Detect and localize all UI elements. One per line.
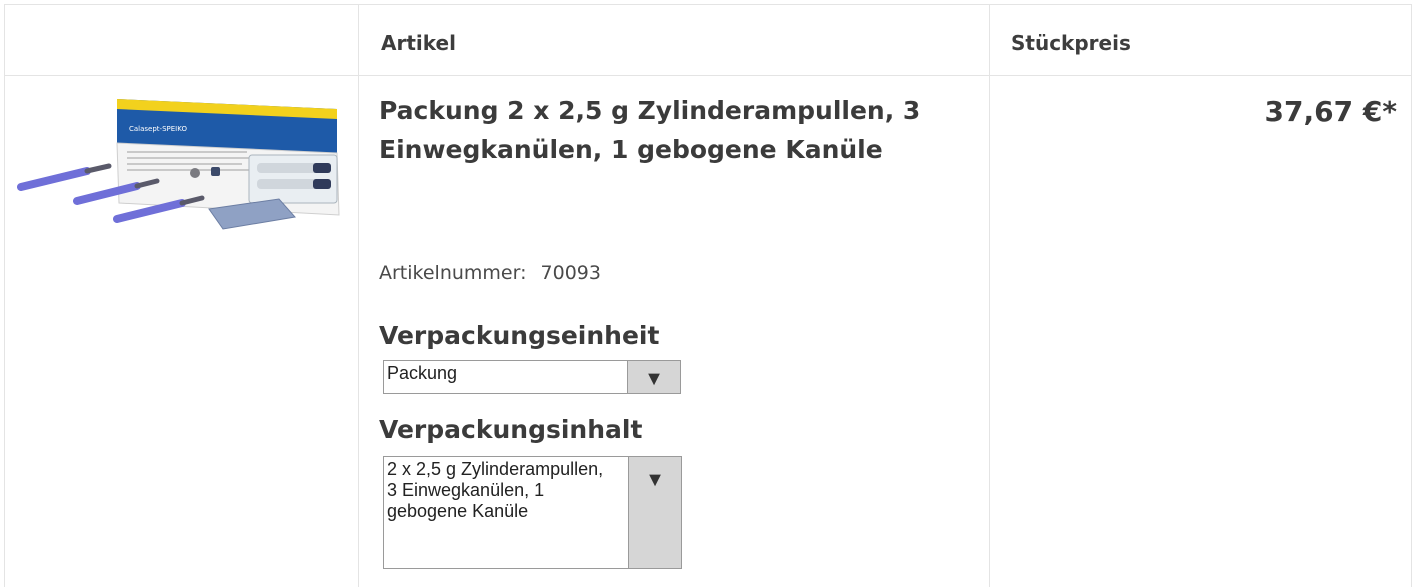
- packaging-content-label: Verpackungsinhalt: [379, 415, 643, 444]
- header-divider: [5, 75, 1411, 76]
- column-divider: [989, 5, 990, 587]
- column-header-unit-price: Stückpreis: [1011, 31, 1131, 55]
- packaging-unit-label: Verpackungseinheit: [379, 321, 660, 350]
- cart-table: Artikel Stückpreis Calasept-SPEIKO Packu…: [4, 4, 1412, 587]
- article-number: Artikelnummer: 70093: [379, 262, 601, 284]
- unit-price: 37,67 €*: [1264, 95, 1397, 128]
- article-number-value: 70093: [540, 262, 601, 284]
- packaging-unit-select[interactable]: Packung ▼: [383, 360, 681, 394]
- column-header-article: Artikel: [381, 31, 456, 55]
- chevron-down-icon[interactable]: ▼: [628, 457, 681, 568]
- product-image[interactable]: Calasept-SPEIKO: [17, 91, 347, 241]
- chevron-down-icon[interactable]: ▼: [627, 361, 680, 393]
- column-divider: [358, 5, 359, 587]
- article-number-label: Artikelnummer:: [379, 262, 527, 284]
- packaging-content-select[interactable]: 2 x 2,5 g Zylinderampullen, 3 Einwegkanü…: [383, 456, 682, 569]
- packaging-content-value: 2 x 2,5 g Zylinderampullen, 3 Einwegkanü…: [387, 459, 604, 521]
- packaging-unit-value: Packung: [387, 363, 458, 383]
- svg-text:Calasept-SPEIKO: Calasept-SPEIKO: [129, 125, 187, 133]
- product-title[interactable]: Packung 2 x 2,5 g Zylinderampullen, 3 Ei…: [379, 91, 979, 169]
